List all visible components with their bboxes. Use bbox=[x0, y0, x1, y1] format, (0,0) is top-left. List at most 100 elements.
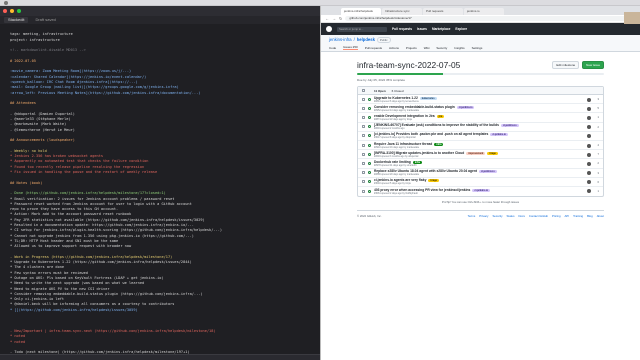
repo-tab[interactable]: Issues 250 bbox=[343, 45, 358, 50]
issue-checkbox[interactable] bbox=[362, 171, 365, 175]
footer-link[interactable]: Blog bbox=[587, 214, 593, 218]
issue-checkbox[interactable] bbox=[362, 115, 365, 119]
issue-row[interactable]: Replace x280v Ubuntu 18.04 agent with x2… bbox=[358, 169, 603, 178]
issue-row[interactable]: [JENKINS-60707] Evaluate (ask) condition… bbox=[358, 123, 603, 132]
issue-row[interactable]: enable Development integration in Jira ji… bbox=[358, 113, 603, 123]
repo-tab[interactable]: Wiki bbox=[424, 46, 430, 50]
comment-count[interactable]: 4 bbox=[598, 144, 599, 147]
issue-checkbox[interactable] bbox=[362, 143, 365, 147]
issue-label[interactable]: ci.jenkins.io bbox=[478, 170, 497, 174]
github-search-input[interactable]: Search or jump to... bbox=[337, 26, 387, 32]
comment-count[interactable]: 1 bbox=[598, 190, 599, 193]
issue-label[interactable]: kubernetes bbox=[419, 96, 437, 100]
footer-link[interactable]: Privacy bbox=[479, 214, 488, 218]
footer-link[interactable]: Training bbox=[573, 214, 583, 218]
comment-count[interactable]: 7 bbox=[598, 153, 599, 156]
issue-checkbox[interactable] bbox=[362, 189, 365, 193]
repo-tab[interactable]: Actions bbox=[389, 46, 399, 50]
repo-tab[interactable]: Security bbox=[436, 46, 447, 50]
issue-row[interactable]: [ci.jenkins.io] Provides both .packer.pk… bbox=[358, 132, 603, 141]
issue-checkbox[interactable] bbox=[362, 97, 365, 101]
issue-label[interactable]: improvement bbox=[466, 151, 486, 155]
issue-label[interactable]: jira bbox=[436, 114, 445, 118]
footer-link[interactable]: Pricing bbox=[552, 214, 561, 218]
forward-icon[interactable]: → bbox=[332, 16, 336, 21]
markdown-editor[interactable]: tags: meeting, infrastructure project: in… bbox=[0, 24, 320, 360]
browser-tab[interactable]: jenkins-infra/helpdesk bbox=[341, 8, 381, 15]
issue-row[interactable]: Dockerhub rate limiting infra #2978 opened… bbox=[358, 159, 603, 169]
editor-tab[interactable]: Draft saved bbox=[31, 17, 59, 23]
github-nav-item[interactable]: Explore bbox=[455, 27, 467, 31]
maximize-icon[interactable] bbox=[17, 9, 21, 13]
comment-count[interactable]: 3 bbox=[598, 172, 599, 175]
issue-title-text[interactable]: Require Java 11 infrastructure thread bbox=[374, 142, 432, 146]
close-icon[interactable] bbox=[3, 9, 7, 13]
footer-link[interactable]: Terms bbox=[468, 214, 476, 218]
assignee-avatar[interactable] bbox=[587, 152, 591, 157]
apple-icon[interactable] bbox=[4, 1, 8, 5]
repo-tab[interactable]: Code bbox=[329, 46, 336, 50]
issue-label[interactable]: triage bbox=[487, 151, 498, 155]
footer-link[interactable]: Docs bbox=[518, 214, 524, 218]
back-icon[interactable]: ← bbox=[325, 16, 329, 21]
issue-checkbox[interactable] bbox=[362, 180, 365, 184]
issue-label[interactable]: triage bbox=[428, 179, 439, 183]
reload-icon[interactable]: ↻ bbox=[339, 16, 342, 21]
assignee-avatar[interactable] bbox=[587, 97, 591, 102]
issue-label[interactable]: ci.jenkins.io bbox=[490, 133, 509, 137]
editor-tab[interactable]: Stackedit bbox=[4, 17, 29, 23]
repo-tab[interactable]: Pull requests bbox=[365, 46, 382, 50]
repo-tab[interactable]: Settings bbox=[472, 46, 483, 50]
github-nav-item[interactable]: Issues bbox=[417, 27, 427, 31]
new-issue-button[interactable]: New issue bbox=[582, 61, 604, 69]
issue-label[interactable]: ci.jenkins.io bbox=[456, 105, 475, 109]
footer-link[interactable]: About bbox=[597, 214, 604, 218]
footer-link[interactable]: API bbox=[565, 214, 570, 218]
repo-name-link[interactable]: helpdesk bbox=[357, 37, 375, 42]
assignee-avatar[interactable] bbox=[587, 115, 591, 120]
closed-filter[interactable]: 6 Closed bbox=[392, 89, 404, 93]
issue-checkbox[interactable] bbox=[362, 161, 365, 165]
comment-count[interactable]: 2 bbox=[598, 126, 599, 129]
browser-tab[interactable]: jenkins.io bbox=[464, 8, 504, 15]
issue-row[interactable]: 403 proxy error when accessing PR view f… bbox=[358, 187, 603, 196]
footer-link[interactable]: Status bbox=[507, 214, 515, 218]
github-nav-item[interactable]: Marketplace bbox=[432, 27, 450, 31]
github-logo-icon[interactable] bbox=[326, 26, 332, 32]
issue-title-text[interactable]: Upgrade to Kubernetes 1.22 bbox=[374, 96, 418, 100]
footer-link[interactable]: Contact GitHub bbox=[529, 214, 548, 218]
assignee-avatar[interactable] bbox=[587, 161, 591, 166]
issue-row[interactable]: Upgrade to Kubernetes 1.22 kubernetes #284… bbox=[358, 95, 603, 105]
issue-row[interactable]: Consider removing embeddable-build-statu… bbox=[358, 104, 603, 114]
issue-row[interactable]: [INFRA-3100] Migrate updates.jenkins.io … bbox=[358, 150, 603, 160]
issue-checkbox[interactable] bbox=[362, 152, 365, 156]
url-field[interactable]: github.com/jenkins-infra/helpdesk/milest… bbox=[345, 16, 636, 21]
minimize-icon[interactable] bbox=[10, 9, 14, 13]
select-all-checkbox[interactable] bbox=[362, 89, 365, 92]
repo-tab[interactable]: Insights bbox=[454, 46, 464, 50]
comment-count[interactable]: 2 bbox=[598, 162, 599, 165]
open-filter[interactable]: 11 Open bbox=[374, 89, 386, 93]
comment-count[interactable]: 6 bbox=[598, 181, 599, 184]
comment-count[interactable]: 5 bbox=[598, 107, 599, 110]
browser-tab[interactable]: Infrastructure sync bbox=[382, 8, 422, 15]
github-nav-item[interactable]: Pull requests bbox=[392, 27, 412, 31]
issue-row[interactable]: Require Java 11 infrastructure thread inf… bbox=[358, 141, 603, 151]
assignee-avatar[interactable] bbox=[587, 106, 591, 111]
issue-label[interactable]: infra bbox=[434, 142, 444, 146]
issue-subtitle: #2886 opened 20 days ago by markewaite bbox=[374, 173, 420, 177]
issue-row[interactable]: ci.jenkins.io agents are very flaky triag… bbox=[358, 178, 603, 187]
issue-label[interactable]: ci.jenkins.io bbox=[500, 124, 519, 128]
assignee-avatar[interactable] bbox=[587, 143, 591, 148]
edit-milestone-button[interactable]: Edit milestone bbox=[552, 61, 580, 69]
issue-checkbox[interactable] bbox=[362, 134, 365, 138]
repo-tab[interactable]: Projects bbox=[406, 46, 417, 50]
comment-count[interactable]: 3 bbox=[598, 98, 599, 101]
issue-label[interactable]: ci.jenkins.io bbox=[472, 188, 491, 192]
repo-owner-link[interactable]: jenkins-infra bbox=[329, 37, 352, 42]
issue-checkbox[interactable] bbox=[362, 125, 365, 129]
browser-tab[interactable]: Pull requests bbox=[423, 8, 463, 15]
footer-link[interactable]: Security bbox=[492, 214, 502, 218]
issue-checkbox[interactable] bbox=[362, 106, 365, 110]
comment-count[interactable]: 1 bbox=[598, 116, 599, 119]
